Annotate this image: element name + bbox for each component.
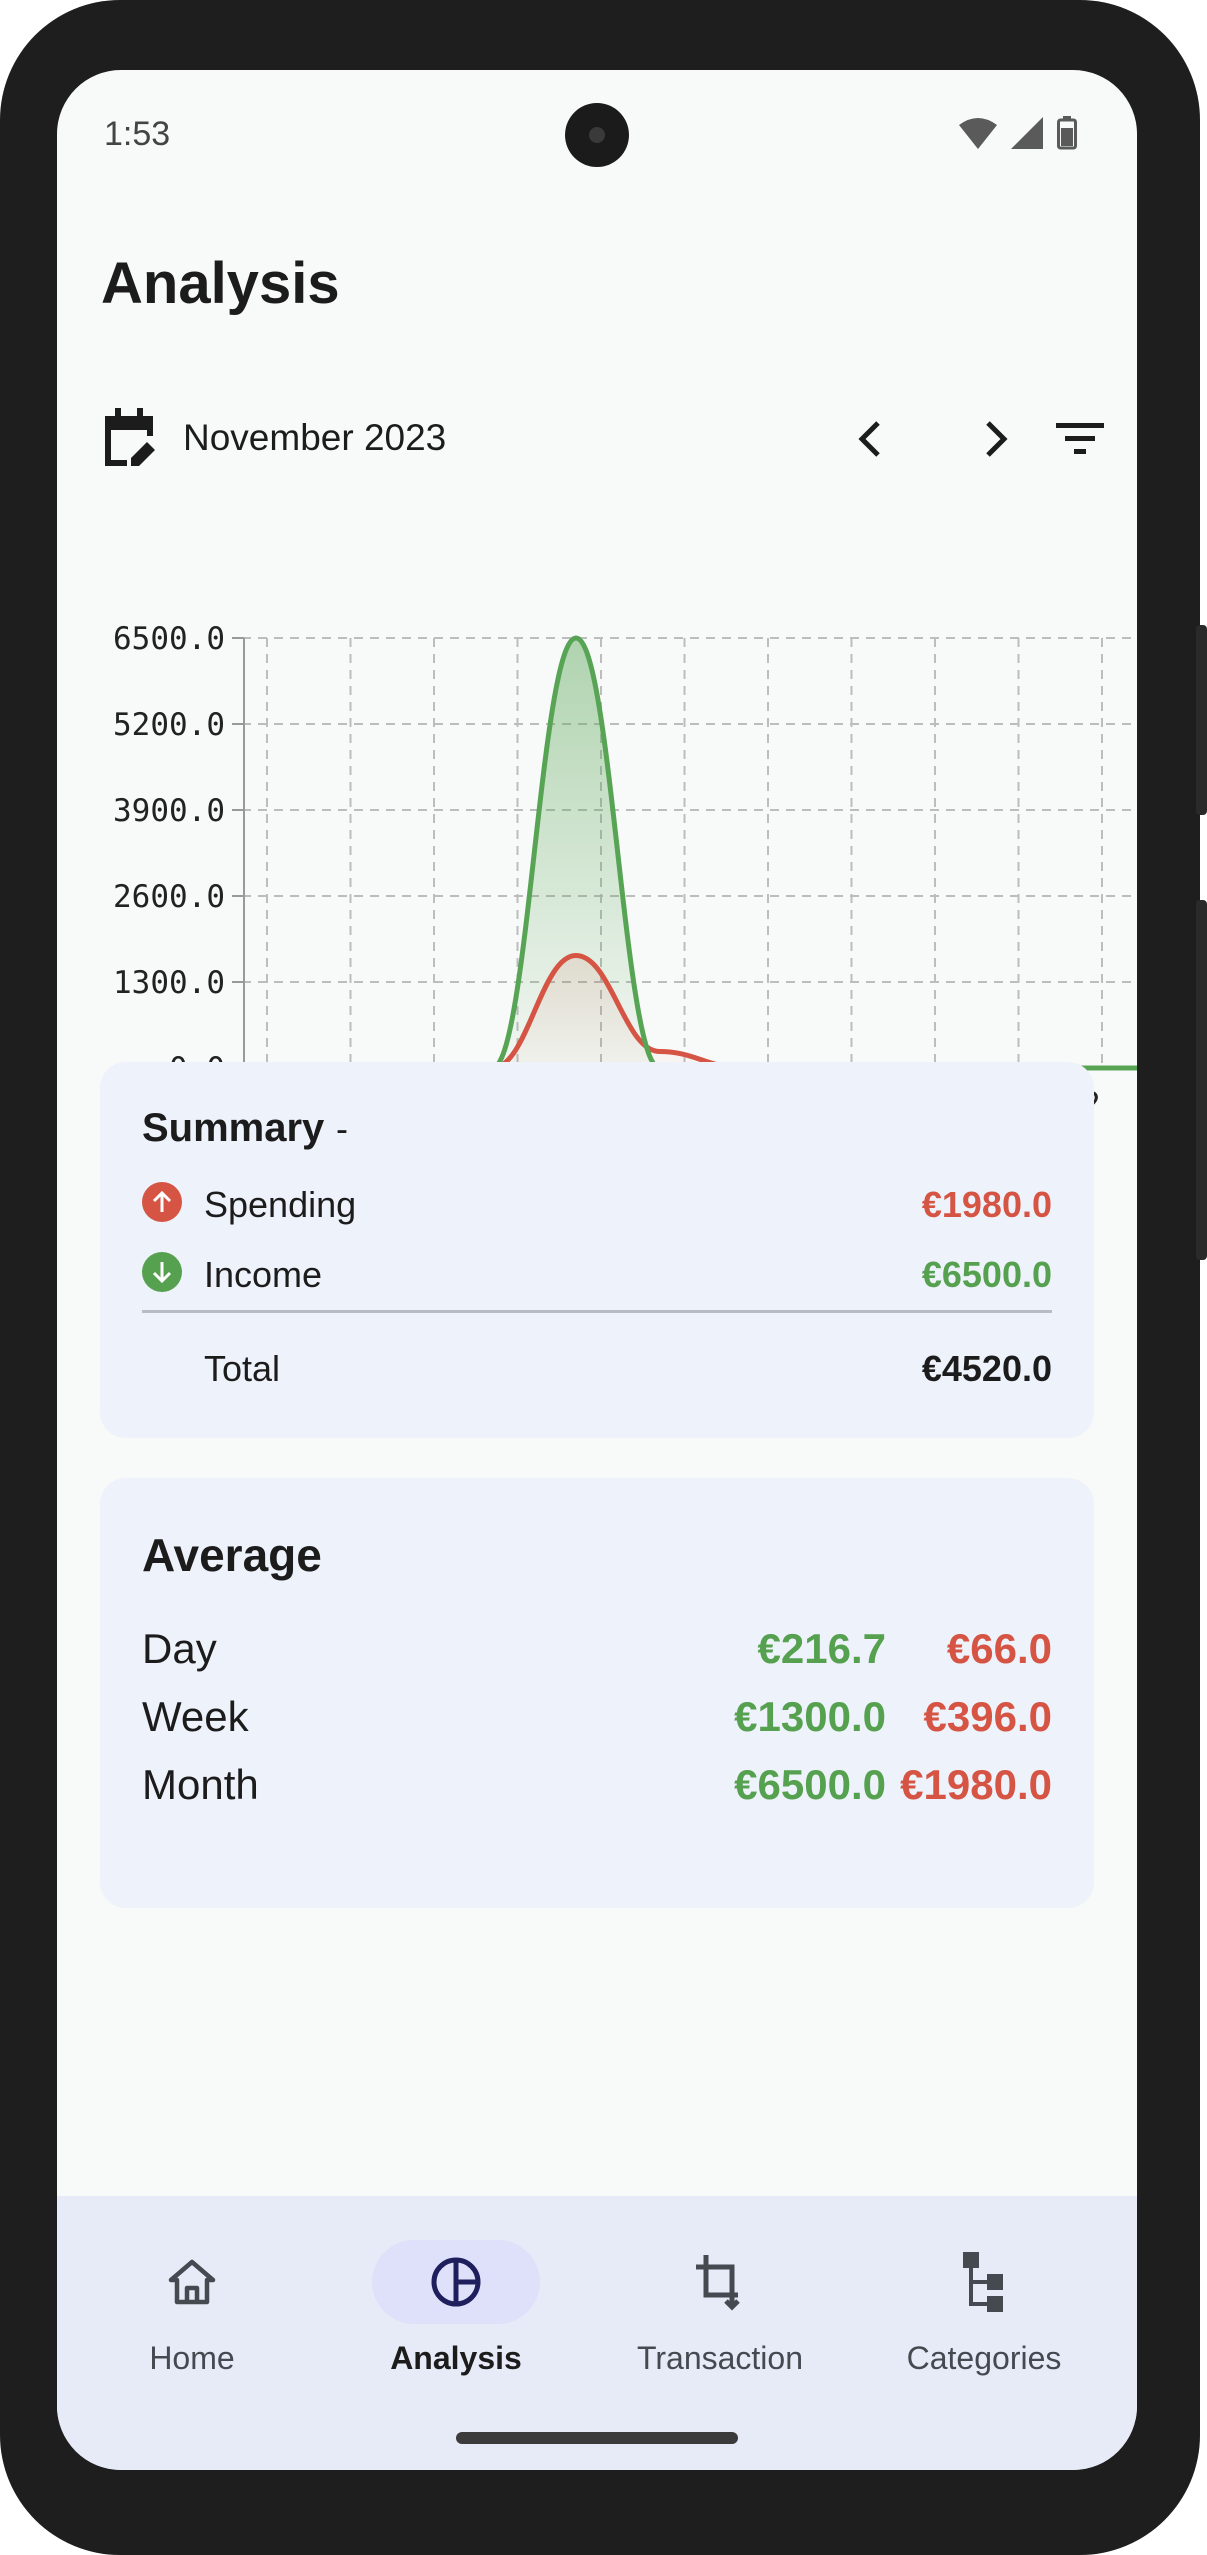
average-row-month: Month €6500.0 €1980.0: [142, 1761, 1094, 1821]
y-tick-label: 3900.0: [113, 793, 225, 829]
average-spending-value: €396.0: [923, 1693, 1052, 1740]
previous-month-button[interactable]: [834, 404, 904, 474]
spending-label: Spending: [204, 1184, 357, 1225]
spending-badge: [142, 1182, 182, 1222]
y-tick-label: 2600.0: [113, 879, 225, 915]
filter-icon: [1056, 423, 1104, 454]
summary-divider: [142, 1310, 1052, 1313]
nav-label-transaction: Transaction: [637, 2340, 803, 2376]
chevron-left-icon: [858, 421, 880, 457]
home-indicator[interactable]: [456, 2432, 738, 2444]
y-tick-label: 5200.0: [113, 707, 225, 743]
calendar-edit-icon[interactable]: [101, 408, 157, 468]
y-tick-label: 1300.0: [113, 965, 225, 1001]
selected-month[interactable]: November 2023: [183, 417, 446, 459]
average-income-value: €1300.0: [734, 1693, 886, 1740]
income-row: Income €6500.0: [142, 1246, 1052, 1306]
summary-card: Summary - Spending €1980.0 Income €6500.…: [100, 1062, 1094, 1438]
status-time: 1:53: [104, 115, 171, 153]
page-title: Analysis: [101, 251, 340, 316]
front-camera: [565, 103, 629, 167]
phone-frame: 1:53 Analysis November 2023 1300.0 2600.…: [0, 0, 1207, 2555]
battery-icon: [1057, 116, 1077, 150]
nav-pill: [636, 2240, 804, 2324]
nav-item-analysis[interactable]: Analysis: [324, 2240, 588, 2380]
average-income-value: €6500.0: [734, 1761, 886, 1808]
transaction-icon: [696, 2255, 740, 2311]
average-row-day: Day €216.7 €66.0: [142, 1625, 1094, 1685]
average-card: Average Day €216.7 €66.0 Week €1300.0 €3…: [100, 1478, 1094, 1908]
nav-pill: [900, 2240, 1068, 2324]
nav-item-home[interactable]: Home: [60, 2240, 324, 2380]
income-value: €6500.0: [921, 1254, 1052, 1295]
average-label: Week: [142, 1693, 249, 1740]
next-month-button[interactable]: [962, 404, 1032, 474]
series-line-0: [242, 635, 1137, 1071]
nav-item-categories[interactable]: Categories: [852, 2240, 1116, 2380]
volume-button: [1196, 900, 1207, 1260]
nav-label-analysis: Analysis: [390, 2340, 522, 2376]
total-value: €4520.0: [921, 1348, 1052, 1389]
bottom-navigation: Home Analysis Transaction Categories: [57, 2196, 1137, 2470]
total-label: Total: [204, 1348, 281, 1389]
summary-title: Summary: [142, 1106, 325, 1150]
nav-item-transaction[interactable]: Transaction: [588, 2240, 852, 2380]
chevron-right-icon: [986, 421, 1008, 457]
spending-row: Spending €1980.0: [142, 1176, 1052, 1236]
spending-value: €1980.0: [921, 1184, 1052, 1225]
categories-icon: [963, 2252, 1003, 2312]
summary-title-suffix: -: [336, 1108, 348, 1149]
app-screen: 1:53 Analysis November 2023 1300.0 2600.…: [57, 70, 1137, 2470]
series-area-1: [242, 955, 1137, 1069]
average-label: Month: [142, 1761, 259, 1808]
home-icon: [168, 2259, 216, 2305]
series-line-1: [242, 953, 1137, 1071]
average-spending-value: €66.0: [946, 1625, 1052, 1672]
y-tick-label: 6500.0: [113, 621, 225, 657]
total-row: Total €4520.0: [142, 1340, 1052, 1400]
power-button: [1196, 625, 1207, 815]
nav-label-categories: Categories: [906, 2340, 1062, 2376]
filter-button[interactable]: [1045, 404, 1115, 474]
date-toolbar: November 2023: [101, 400, 1104, 480]
arrow-down-icon: [152, 1262, 172, 1284]
income-badge: [142, 1252, 182, 1292]
analysis-chart[interactable]: 0.01300.02600.03900.05200.06500.0202316/…: [57, 550, 1137, 1110]
arrow-up-icon: [152, 1190, 172, 1212]
status-icons: [959, 116, 1077, 150]
average-spending-value: €1980.0: [900, 1761, 1052, 1808]
average-title: Average: [142, 1529, 322, 1581]
status-bar: 1:53: [57, 70, 1137, 200]
average-row-week: Week €1300.0 €396.0: [142, 1693, 1094, 1753]
nav-pill: [108, 2240, 276, 2324]
average-income-value: €216.7: [757, 1625, 886, 1672]
pie-chart-icon: [431, 2257, 481, 2307]
nav-label-home: Home: [149, 2340, 235, 2376]
signal-icon: [1011, 117, 1043, 149]
average-label: Day: [142, 1625, 217, 1672]
series-area-0: [242, 638, 1137, 1069]
nav-pill-active: [372, 2240, 540, 2324]
income-label: Income: [204, 1254, 323, 1295]
wifi-icon: [959, 118, 997, 149]
